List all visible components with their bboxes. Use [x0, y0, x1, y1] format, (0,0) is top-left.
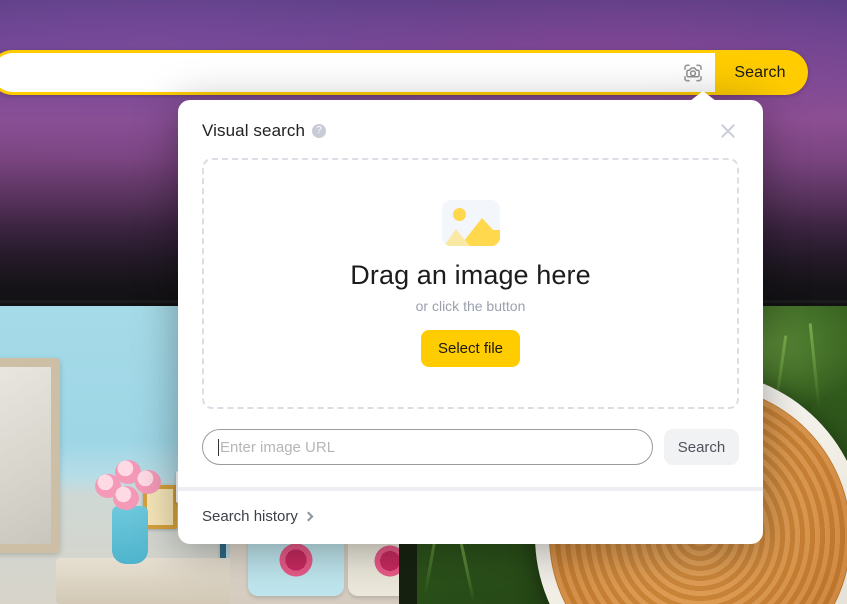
text-caret — [218, 438, 219, 456]
wall-mirror — [0, 358, 60, 553]
search-input-wrapper[interactable] — [0, 53, 715, 92]
search-history-link[interactable]: Search history — [202, 508, 314, 525]
dialog-header: Visual search ? — [202, 120, 739, 142]
help-icon[interactable]: ? — [312, 124, 327, 138]
search-submit-button[interactable]: Search — [715, 53, 805, 92]
side-table — [56, 558, 236, 604]
search-input[interactable] — [11, 53, 673, 92]
image-url-row: Search — [202, 429, 739, 465]
dropzone-title: Drag an image here — [350, 260, 591, 290]
search-history-label: Search history — [202, 508, 298, 525]
close-icon[interactable] — [717, 120, 739, 142]
image-url-input[interactable] — [220, 438, 637, 456]
dialog-footer: Search history — [178, 491, 763, 544]
url-search-button[interactable]: Search — [664, 429, 739, 465]
chevron-right-icon — [303, 511, 314, 522]
image-dropzone[interactable]: Drag an image here or click the button S… — [202, 158, 739, 409]
picture-placeholder-icon — [441, 200, 500, 246]
dialog-title: Visual search — [202, 121, 306, 140]
search-bar[interactable]: Search — [0, 50, 808, 95]
image-url-field-wrapper[interactable] — [202, 429, 653, 465]
visual-search-dialog: Visual search ? Drag an image here or cl… — [178, 91, 763, 544]
dialog-pointer-arrow — [690, 91, 716, 101]
select-file-button[interactable]: Select file — [420, 330, 521, 367]
visual-search-camera-icon[interactable] — [673, 53, 713, 92]
dialog-body: Visual search ? Drag an image here or cl… — [178, 100, 763, 487]
page-root: Search Visual search ? Drag an image her… — [0, 0, 847, 604]
dropzone-subtitle: or click the button — [415, 298, 526, 314]
pink-flowers — [95, 460, 171, 516]
